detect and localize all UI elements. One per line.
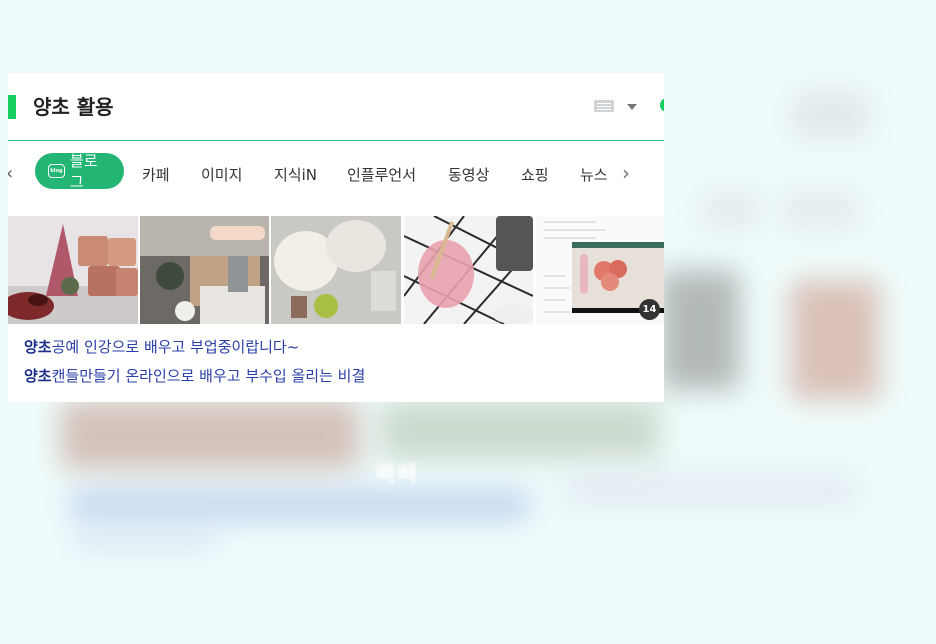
tab-influencer[interactable]: 인플루언서 [347, 164, 416, 185]
tab-video[interactable]: 동영상 [448, 164, 489, 185]
search-title[interactable]: 양초 활용 [33, 91, 114, 120]
background-watermark: 빠빠 [376, 462, 419, 487]
tab-blog-label: 블로그 [69, 152, 98, 191]
caret-down-icon[interactable] [627, 104, 637, 110]
image-count-badge: 14 [639, 299, 660, 320]
result-highlight: 양초 [24, 367, 52, 385]
blog-icon: blog [48, 164, 65, 178]
thumbnail-melting-wax[interactable] [140, 216, 269, 324]
result-text: 캔들만들기 온라인으로 배우고 부수입 올리는 비결 [51, 367, 366, 385]
tab-blog[interactable]: blog 블로그 [35, 152, 124, 191]
tab-bar: ‹ blog 블로그 카페 이미지 지식iN 인플루언서 동영상 쇼핑 뉴스 › [8, 141, 664, 215]
result-link-1[interactable]: 양초공예 인강으로 배우고 부업중이랍니다~ [24, 336, 299, 357]
tab-news[interactable]: 뉴스 [580, 164, 608, 185]
thumbnail-wax-pellets[interactable] [271, 216, 401, 324]
search-button-edge[interactable] [660, 98, 664, 112]
thumbnail-strip: 14 [8, 216, 664, 324]
tab-image[interactable]: 이미지 [201, 164, 242, 185]
card-header: 양초 활용 [8, 73, 664, 141]
tab-shopping[interactable]: 쇼핑 [521, 164, 549, 185]
result-link-2[interactable]: 양초캔들만들기 온라인으로 배우고 부수입 올리는 비결 [24, 365, 365, 386]
chevron-left-icon[interactable]: ‹ [8, 163, 13, 184]
result-text: 공예 인강으로 배우고 부업중이랍니다~ [51, 338, 300, 356]
tab-cafe[interactable]: 카페 [142, 164, 170, 185]
accent-bar [8, 95, 16, 119]
tab-kin[interactable]: 지식iN [274, 164, 317, 185]
result-highlight: 양초 [24, 338, 52, 356]
thumbnail-video[interactable]: 14 [536, 216, 664, 324]
search-result-card: 양초 활용 ‹ blog 블로그 카페 이미지 지식iN 인플루언서 동영상 쇼… [8, 73, 664, 402]
thumbnail-candles[interactable] [8, 216, 138, 324]
chevron-right-icon[interactable]: › [622, 161, 630, 185]
keyboard-icon[interactable] [594, 100, 614, 112]
thumbnail-red-wax[interactable] [404, 216, 533, 324]
